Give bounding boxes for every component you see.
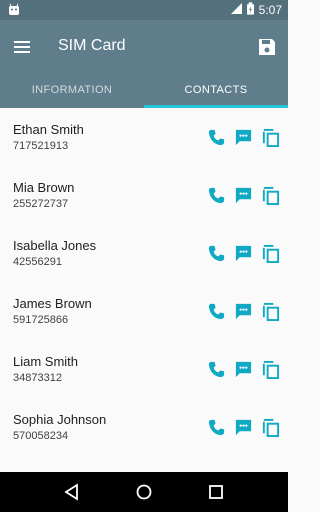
status-bar: 5:07 [0,0,288,20]
back-icon[interactable] [63,483,81,501]
tab-information[interactable]: INFORMATION [0,76,144,108]
navigation-bar [0,472,288,512]
copy-icon[interactable] [261,418,280,437]
message-icon[interactable] [234,360,253,379]
page-title: SIM Card [58,37,126,54]
battery-icon [246,2,254,18]
message-icon[interactable] [234,186,253,205]
phone-icon[interactable] [207,244,226,263]
recents-icon[interactable] [207,483,225,501]
contact-phone: 717521913 [13,140,69,152]
contact-name: James Brown [13,296,92,311]
message-icon[interactable] [234,244,253,263]
copy-icon[interactable] [261,128,280,147]
message-icon[interactable] [234,418,253,437]
message-icon[interactable] [234,302,253,321]
contact-phone: 570058234 [13,430,69,442]
contact-row[interactable]: James Brown 591725866 [0,282,288,340]
contact-row[interactable]: Mia Brown 255272737 [0,166,288,224]
status-time: 5:07 [258,3,282,17]
contact-phone: 255272737 [13,198,69,210]
phone-icon[interactable] [207,360,226,379]
phone-icon[interactable] [207,418,226,437]
contact-name: Isabella Jones [13,238,97,253]
contact-row[interactable]: Sophia Johnson 570058234 [0,398,288,456]
contact-name: Liam Smith [13,354,79,369]
menu-icon[interactable] [12,36,34,58]
contact-phone: 591725866 [13,314,69,326]
contact-name: Mia Brown [13,180,75,195]
contact-row[interactable]: Ethan Smith 717521913 [0,108,288,166]
tab-bar: INFORMATION CONTACTS [0,76,288,108]
contact-list: Ethan Smith 717521913 Mia Brown 25527273… [0,108,288,456]
signal-icon [230,3,242,17]
copy-icon[interactable] [261,360,280,379]
android-icon [6,2,22,18]
tab-contacts[interactable]: CONTACTS [144,76,288,108]
phone-icon[interactable] [207,128,226,147]
app-bar: SIM Card [0,20,288,76]
phone-icon[interactable] [207,186,226,205]
phone-icon[interactable] [207,302,226,321]
copy-icon[interactable] [261,302,280,321]
contact-phone: 34873312 [13,372,62,384]
contact-name: Ethan Smith [13,122,84,137]
save-icon[interactable] [256,36,278,58]
contact-phone: 42556291 [13,256,62,268]
contact-row[interactable]: Isabella Jones 42556291 [0,224,288,282]
home-icon[interactable] [135,483,153,501]
copy-icon[interactable] [261,244,280,263]
contact-name: Sophia Johnson [13,412,107,427]
message-icon[interactable] [234,128,253,147]
copy-icon[interactable] [261,186,280,205]
contact-row[interactable]: Liam Smith 34873312 [0,340,288,398]
